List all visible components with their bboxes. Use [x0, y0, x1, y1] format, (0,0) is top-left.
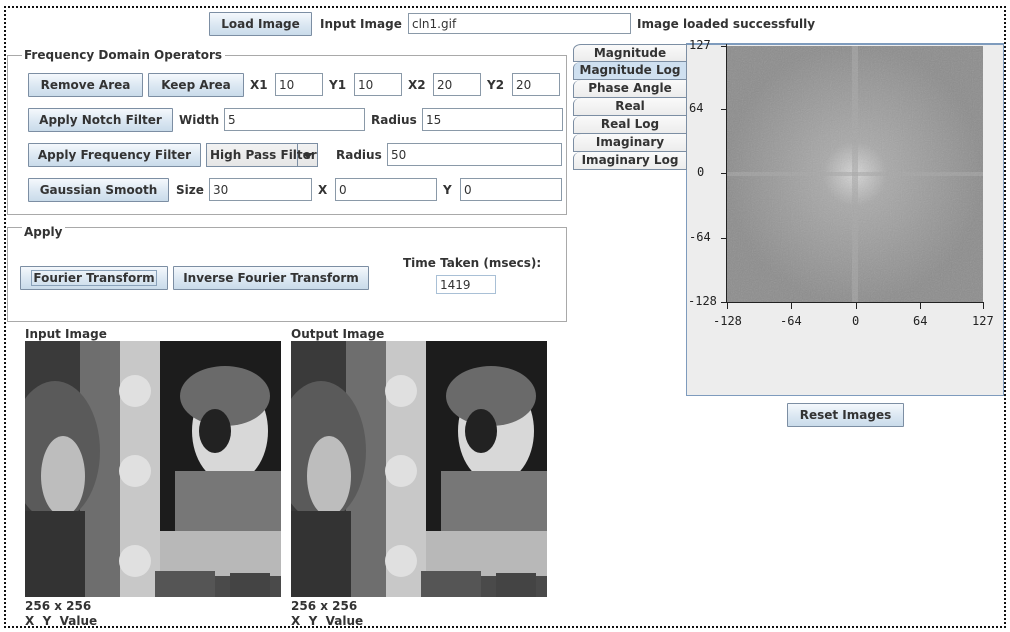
- y-tick-label: 127: [689, 38, 711, 52]
- x-tick-label: 0: [852, 314, 860, 328]
- tab-imaginary-log[interactable]: Imaginary Log: [573, 152, 687, 170]
- remove-area-button[interactable]: Remove Area: [28, 73, 143, 97]
- gaussian-y-label: Y: [443, 183, 452, 197]
- gaussian-size-field[interactable]: [209, 178, 312, 201]
- y2-field[interactable]: [512, 73, 560, 96]
- y-tick-mark: [721, 109, 727, 110]
- y2-label: Y2: [487, 78, 505, 92]
- y-tick-mark: [721, 238, 727, 239]
- notch-width-field[interactable]: [224, 108, 365, 131]
- tab-real-log[interactable]: Real Log: [573, 116, 687, 134]
- time-taken-label: Time Taken (msecs):: [403, 256, 542, 270]
- x-tick-mark: [983, 302, 984, 309]
- y-tick-mark: [721, 173, 727, 174]
- output-image[interactable]: [291, 341, 547, 597]
- input-pixel-readout: X Y Value: [25, 614, 98, 628]
- x2-field[interactable]: [433, 73, 481, 96]
- frequency-radius-label: Radius: [336, 148, 382, 162]
- x1-label: X1: [250, 78, 268, 92]
- y-tick-label: -64: [689, 230, 711, 244]
- apply-title: Apply: [22, 224, 66, 240]
- y1-field[interactable]: [354, 73, 402, 96]
- spectrum-image[interactable]: [727, 46, 983, 302]
- x-axis-line: [726, 302, 983, 303]
- x-tick-mark: [856, 302, 857, 309]
- x-tick-mark: [920, 302, 921, 309]
- time-taken-field: [436, 275, 496, 294]
- tab-imaginary[interactable]: Imaginary: [573, 134, 687, 152]
- output-image-title: Output Image: [291, 327, 385, 341]
- inverse-fourier-transform-button[interactable]: Inverse Fourier Transform: [173, 266, 369, 290]
- filter-type-selected: High Pass Filter: [207, 144, 317, 166]
- notch-radius-label: Radius: [371, 113, 417, 127]
- load-image-button[interactable]: Load Image: [209, 12, 312, 36]
- gaussian-smooth-button[interactable]: Gaussian Smooth: [28, 178, 169, 202]
- reset-images-button[interactable]: Reset Images: [787, 403, 904, 427]
- y-tick-label: 0: [697, 165, 705, 179]
- input-image-title: Input Image: [25, 327, 107, 341]
- output-image-photo: [291, 341, 547, 597]
- keep-area-button[interactable]: Keep Area: [148, 73, 244, 97]
- x-tick-label: -128: [713, 314, 742, 328]
- apply-notch-filter-button[interactable]: Apply Notch Filter: [28, 108, 173, 132]
- y1-label: Y1: [329, 78, 347, 92]
- y-tick-mark: [721, 46, 727, 47]
- x1-field[interactable]: [275, 73, 323, 96]
- x-tick-mark: [791, 302, 792, 309]
- gaussian-x-field[interactable]: [335, 178, 437, 201]
- frequency-operators-title: Frequency Domain Operators: [22, 47, 226, 63]
- chevron-down-icon[interactable]: [298, 144, 317, 166]
- input-image[interactable]: [25, 341, 281, 597]
- tab-magnitude-log[interactable]: Magnitude Log: [573, 62, 687, 80]
- x-tick-mark: [727, 302, 728, 309]
- file-name-field[interactable]: [408, 13, 631, 34]
- size-label: Size: [176, 183, 204, 197]
- input-image-photo: [25, 341, 281, 597]
- filter-type-dropdown[interactable]: High Pass Filter: [206, 143, 318, 167]
- output-image-size: 256 x 256: [291, 599, 358, 613]
- spectrum-render: [727, 46, 983, 302]
- gaussian-y-field[interactable]: [460, 178, 562, 201]
- tab-real[interactable]: Real: [573, 98, 687, 116]
- width-label: Width: [179, 113, 220, 127]
- input-image-size: 256 x 256: [25, 599, 92, 613]
- tab-phase-angle[interactable]: Phase Angle: [573, 80, 687, 98]
- y-tick-label: -128: [688, 294, 717, 308]
- x-tick-label: 64: [913, 314, 928, 328]
- tab-magnitude[interactable]: Magnitude: [573, 44, 687, 62]
- input-image-label: Input Image: [320, 17, 402, 31]
- fourier-transform-button[interactable]: Fourier Transform: [20, 266, 168, 290]
- fourier-transform-label: Fourier Transform: [31, 270, 157, 286]
- y-tick-label: 64: [689, 101, 704, 115]
- status-text: Image loaded successfully: [637, 17, 816, 31]
- x2-label: X2: [408, 78, 426, 92]
- output-pixel-readout: X Y Value: [291, 614, 364, 628]
- x-tick-label: -64: [780, 314, 802, 328]
- frequency-radius-field[interactable]: [387, 143, 562, 166]
- spectrum-view-tabs: Magnitude Magnitude Log Phase Angle Real Rea…: [573, 44, 687, 170]
- apply-frequency-filter-button[interactable]: Apply Frequency Filter: [28, 143, 201, 167]
- gaussian-x-label: X: [318, 183, 328, 197]
- x-tick-label: 127: [972, 314, 994, 328]
- notch-radius-field[interactable]: [422, 108, 563, 131]
